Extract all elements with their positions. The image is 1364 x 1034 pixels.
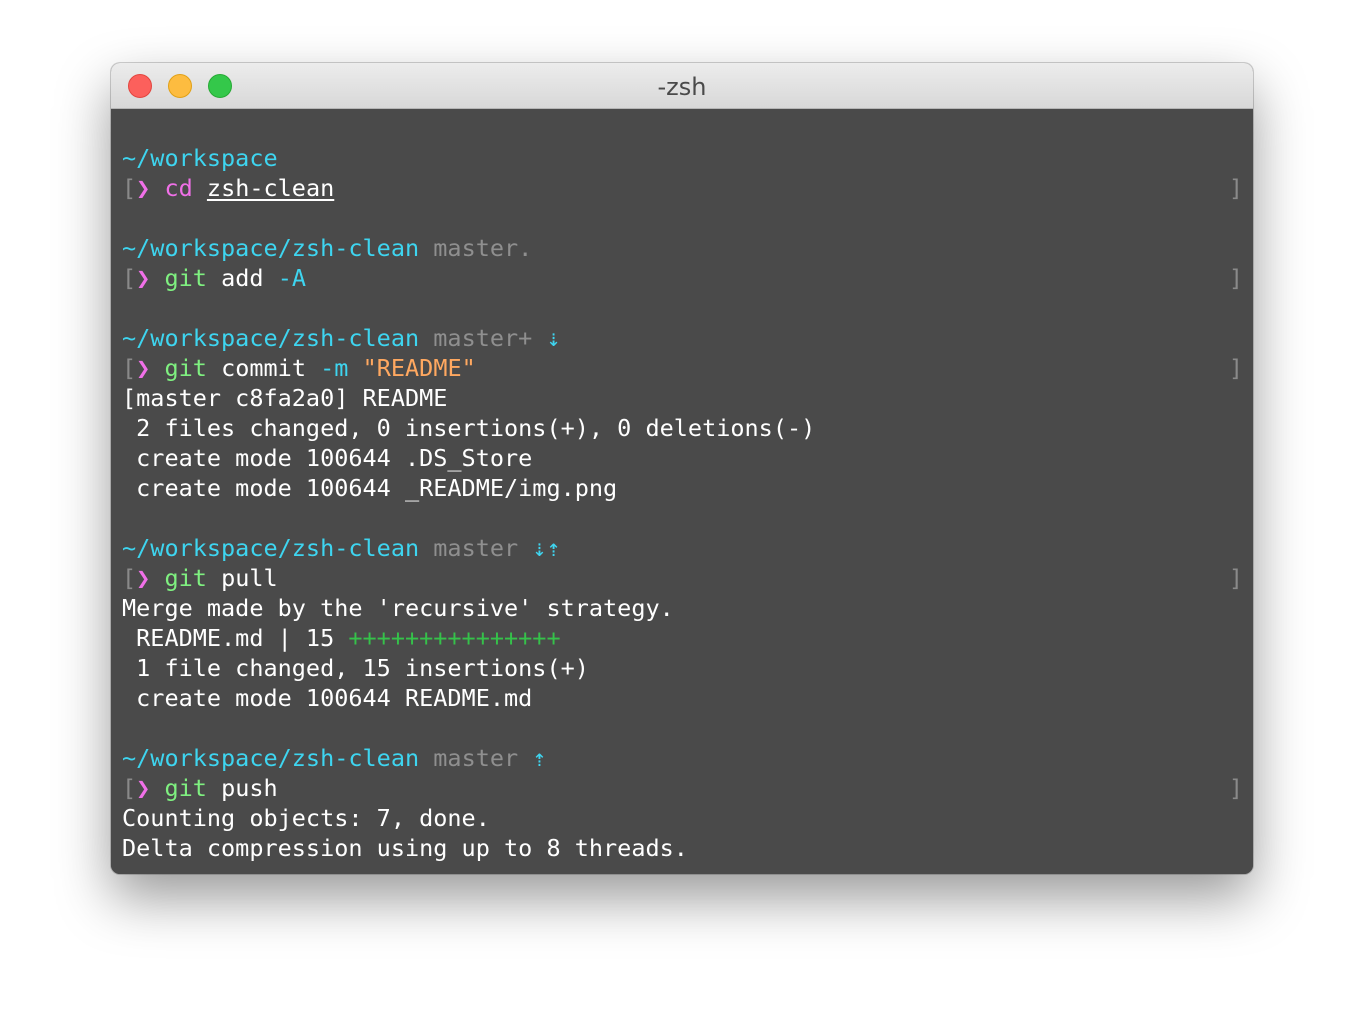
- prompt-path: ~/workspace/zsh-clean: [122, 324, 420, 352]
- prompt-symbol: ❯: [136, 564, 151, 592]
- prompt-left-bracket: [: [122, 354, 137, 382]
- prompt-path: ~/workspace/zsh-clean: [122, 534, 420, 562]
- command-name: git: [164, 264, 207, 292]
- git-branch: master+: [433, 324, 533, 352]
- prompt-symbol: ❯: [136, 774, 151, 802]
- prompt-path-line: ~/workspace/zsh-clean master ⇣⇡: [122, 533, 1242, 563]
- prompt-right-bracket: ]: [1228, 564, 1243, 592]
- prompt-path-line: ~/workspace: [122, 143, 1242, 173]
- prompt-symbol: ❯: [136, 174, 151, 202]
- prompt-left-bracket: [: [122, 174, 137, 202]
- command-flag: -A: [277, 264, 306, 292]
- output-line: [master c8fa2a0] README: [122, 384, 448, 412]
- terminal-window: -zsh ~/workspace [❯ cd zsh-clean] ~/work…: [111, 63, 1253, 874]
- command-line: [❯ git pull]: [122, 563, 1243, 593]
- window-title: -zsh: [657, 73, 707, 101]
- prompt-path-line: ~/workspace/zsh-clean master ⇡: [122, 743, 1242, 773]
- git-status-arrow-icon: ⇡: [532, 744, 547, 772]
- git-status-arrow-icon: ⇣: [546, 324, 561, 352]
- prompt-path: ~/workspace: [122, 144, 278, 172]
- output-line: Counting objects: 7, done.: [122, 804, 490, 832]
- output-line: create mode 100644 .DS_Store: [122, 444, 533, 472]
- git-branch: master.: [433, 234, 533, 262]
- output-line: Delta compression using up to 8 threads.: [122, 834, 688, 862]
- prompt-right-bracket: ]: [1228, 174, 1243, 202]
- output-line: Merge made by the 'recursive' strategy.: [122, 594, 674, 622]
- git-branch: master: [433, 534, 519, 562]
- prompt-path-line: ~/workspace/zsh-clean master.: [122, 233, 1242, 263]
- command-arg: add: [221, 264, 264, 292]
- output-line: create mode 100644 README.md: [122, 684, 533, 712]
- diffstat-line: README.md | 15 +++++++++++++++: [122, 623, 1242, 653]
- terminal-output[interactable]: ~/workspace [❯ cd zsh-clean] ~/workspace…: [111, 109, 1253, 874]
- output-line: create mode 100644 _README/img.png: [122, 474, 618, 502]
- prompt-left-bracket: [: [122, 564, 137, 592]
- prompt-symbol: ❯: [136, 264, 151, 292]
- command-line: [❯ git add -A]: [122, 263, 1243, 293]
- prompt-right-bracket: ]: [1228, 264, 1243, 292]
- prompt-right-bracket: ]: [1228, 774, 1243, 802]
- command-line: [❯ git push]: [122, 773, 1243, 803]
- prompt-right-bracket: ]: [1228, 354, 1243, 382]
- command-name: git: [164, 774, 207, 802]
- output-line: 1 file changed, 15 insertions(+): [122, 654, 589, 682]
- command-line: [❯ cd zsh-clean]: [122, 173, 1243, 203]
- command-name: git: [164, 564, 207, 592]
- prompt-path: ~/workspace/zsh-clean: [122, 234, 420, 262]
- command-arg: commit: [221, 354, 306, 382]
- command-arg-directory: zsh-clean: [206, 174, 335, 202]
- command-name: cd: [164, 174, 193, 202]
- command-arg: push: [221, 774, 278, 802]
- prompt-path-line: ~/workspace/zsh-clean master+ ⇣: [122, 323, 1242, 353]
- prompt-left-bracket: [: [122, 264, 137, 292]
- prompt-symbol: ❯: [136, 354, 151, 382]
- command-arg: pull: [221, 564, 278, 592]
- command-line: [❯ git commit -m "README"]: [122, 353, 1243, 383]
- prompt-left-bracket: [: [122, 774, 137, 802]
- title-bar[interactable]: -zsh: [111, 63, 1253, 109]
- prompt-path: ~/workspace/zsh-clean: [122, 744, 420, 772]
- git-status-arrows-icon: ⇣⇡: [532, 534, 561, 562]
- command-name: git: [164, 354, 207, 382]
- git-branch: master: [433, 744, 519, 772]
- output-line: 2 files changed, 0 insertions(+), 0 dele…: [122, 414, 816, 442]
- diffstat-plus-graph: +++++++++++++++: [348, 624, 561, 652]
- diffstat-file: README.md | 15: [122, 624, 349, 652]
- command-flag: -m: [320, 354, 349, 382]
- command-string: "README": [362, 354, 476, 382]
